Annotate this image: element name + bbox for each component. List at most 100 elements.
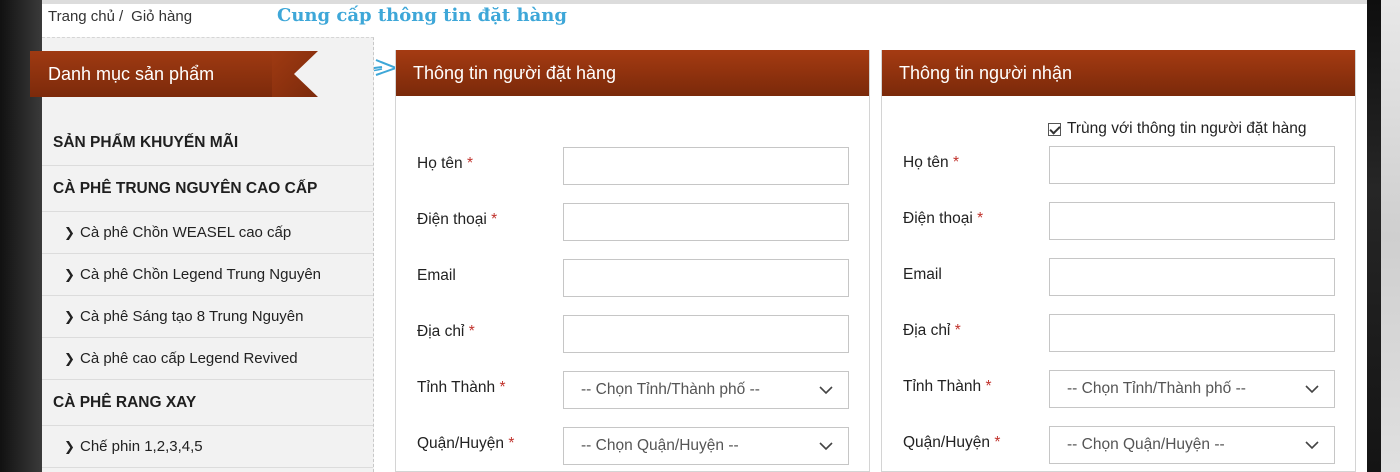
required-marker: * — [954, 322, 961, 339]
orderer-district-label: Quận/Huyện * — [417, 435, 514, 453]
breadcrumb-home-link[interactable]: Trang chủ — [48, 8, 115, 25]
receiver-address-label: Địa chỉ * — [903, 322, 961, 340]
orderer-email-row: Email — [396, 259, 871, 297]
orderer-district-selected: -- Chọn Quận/Huyện -- — [581, 437, 739, 454]
chevron-down-icon — [1305, 385, 1319, 394]
receiver-phone-row: Điện thoại * — [882, 202, 1357, 240]
orderer-phone-input[interactable] — [563, 203, 849, 241]
chevron-right-icon: ❯ — [64, 224, 75, 240]
category-item-label: SẢN PHẨM KHUYẾN MÃI — [53, 133, 239, 151]
subcategory-item-label: Cà phê cao cấp Legend Revived — [80, 350, 298, 367]
receiver-district-label: Quận/Huyện * — [903, 434, 1000, 452]
category-header: Danh mục sản phẩm — [30, 51, 272, 97]
receiver-province-select[interactable]: -- Chọn Tỉnh/Thành phố -- — [1049, 370, 1335, 408]
page-scrollbar[interactable] — [1381, 0, 1400, 472]
chevron-down-icon — [1305, 441, 1319, 450]
subcategory-item-label: Cà phê Chồn Legend Trung Nguyên — [80, 266, 322, 283]
subcategory-item[interactable]: ❯ Cà phê Chồn Legend Trung Nguyên — [42, 254, 373, 296]
subcategory-item[interactable]: ❯ Cà phê Chồn WEASEL cao cấp — [42, 212, 373, 254]
subcategory-item[interactable]: ❯ Cà phê Sáng tạo 8 Trung Nguyên — [42, 296, 373, 338]
category-item-label: CÀ PHÊ RANG XAY — [53, 393, 197, 411]
required-marker: * — [466, 155, 474, 172]
orderer-province-row: Tỉnh Thành * -- Chọn Tỉnh/Thành phố -- — [396, 371, 871, 409]
receiver-email-input[interactable] — [1049, 258, 1335, 296]
category-list: SẢN PHẨM KHUYẾN MÃI CÀ PHÊ TRUNG NGUYÊN … — [42, 120, 373, 468]
receiver-district-row: Quận/Huyện * -- Chọn Quận/Huyện -- — [882, 426, 1357, 464]
receiver-name-row: Họ tên * — [882, 146, 1357, 184]
receiver-name-input[interactable] — [1049, 146, 1335, 184]
orderer-address-input[interactable] — [563, 315, 849, 353]
required-marker: * — [994, 434, 1001, 451]
category-item[interactable]: CÀ PHÊ TRUNG NGUYÊN CAO CẤP — [42, 166, 373, 212]
receiver-address-input[interactable] — [1049, 314, 1335, 352]
receiver-province-selected: -- Chọn Tỉnh/Thành phố -- — [1067, 380, 1246, 397]
subcategory-item[interactable]: ❯ Chế phin 1,2,3,4,5 — [42, 426, 373, 468]
background-photo-right — [1367, 0, 1400, 472]
annotation-title: Cung cấp thông tin đặt hàng — [277, 5, 567, 26]
receiver-phone-label: Điện thoại * — [903, 210, 983, 228]
orderer-address-label: Địa chỉ * — [417, 323, 475, 341]
subcategory-item-label: Chế phin 1,2,3,4,5 — [80, 438, 203, 455]
orderer-phone-row: Điện thoại * — [396, 203, 871, 241]
receiver-district-selected: -- Chọn Quận/Huyện -- — [1067, 436, 1225, 453]
receiver-panel-header: Thông tin người nhận — [882, 50, 1355, 96]
orderer-info-panel: Thông tin người đặt hàng Họ tên * Điện t… — [395, 50, 870, 472]
required-marker: * — [985, 378, 992, 395]
label-text: Quận/Huyện — [903, 434, 991, 451]
required-marker: * — [499, 379, 506, 396]
breadcrumb: Trang chủ / Giỏ hàng — [48, 8, 192, 25]
orderer-email-label: Email — [417, 267, 456, 285]
breadcrumb-current: Giỏ hàng — [131, 8, 193, 25]
chevron-right-icon: ❯ — [64, 350, 75, 366]
orderer-panel-title: Thông tin người đặt hàng — [413, 63, 616, 83]
label-text: Địa chỉ — [417, 323, 465, 340]
subcategory-item-label: Cà phê Sáng tạo 8 Trung Nguyên — [80, 308, 304, 325]
chevron-right-icon: ❯ — [64, 266, 75, 282]
page-content: Trang chủ / Giỏ hàng Cung cấp thông tin đặ… — [30, 0, 1367, 472]
receiver-info-panel: Thông tin người nhận Trùng với thông tin… — [881, 50, 1356, 472]
category-header-title: Danh mục sản phẩm — [48, 64, 215, 84]
label-text: Quận/Huyện — [417, 435, 505, 452]
orderer-province-selected: -- Chọn Tỉnh/Thành phố -- — [581, 381, 760, 398]
label-text: Họ tên — [417, 155, 463, 172]
required-marker: * — [491, 211, 498, 228]
receiver-name-label: Họ tên * — [903, 154, 959, 172]
receiver-email-row: Email — [882, 258, 1357, 296]
label-text: Địa chỉ — [903, 322, 951, 339]
receiver-phone-input[interactable] — [1049, 202, 1335, 240]
orderer-panel-header: Thông tin người đặt hàng — [396, 50, 869, 96]
label-text: Điện thoại — [903, 210, 973, 227]
chevron-right-icon: ❯ — [64, 308, 75, 324]
category-sidebar: Danh mục sản phẩm SẢN PHẨM KHUYẾN MÃI CÀ… — [30, 37, 374, 472]
breadcrumb-separator: / — [118, 8, 124, 25]
label-text: Email — [417, 267, 456, 284]
same-as-orderer-checkbox[interactable]: Trùng với thông tin người đặt hàng — [1048, 120, 1307, 138]
chevron-right-icon: ❯ — [64, 438, 75, 454]
label-text: Họ tên — [903, 154, 949, 171]
receiver-district-select[interactable]: -- Chọn Quận/Huyện -- — [1049, 426, 1335, 464]
chevron-down-icon — [819, 386, 833, 395]
orderer-name-input[interactable] — [563, 147, 849, 185]
receiver-panel-title: Thông tin người nhận — [899, 63, 1072, 83]
category-item-label: CÀ PHÊ TRUNG NGUYÊN CAO CẤP — [53, 179, 318, 197]
orderer-district-row: Quận/Huyện * -- Chọn Quận/Huyện -- — [396, 427, 871, 465]
orderer-district-select[interactable]: -- Chọn Quận/Huyện -- — [563, 427, 849, 465]
required-marker: * — [508, 435, 515, 452]
orderer-province-select[interactable]: -- Chọn Tỉnh/Thành phố -- — [563, 371, 849, 409]
same-as-orderer-label: Trùng với thông tin người đặt hàng — [1067, 120, 1307, 137]
checkbox-checked-icon[interactable] — [1048, 122, 1061, 136]
top-divider — [42, 0, 1367, 4]
category-item[interactable]: CÀ PHÊ RANG XAY — [42, 380, 373, 426]
label-text: Tỉnh Thành — [417, 379, 496, 396]
orderer-address-row: Địa chỉ * — [396, 315, 871, 353]
orderer-email-input[interactable] — [563, 259, 849, 297]
receiver-province-label: Tỉnh Thành * — [903, 378, 992, 396]
subcategory-item[interactable]: ❯ Cà phê cao cấp Legend Revived — [42, 338, 373, 380]
category-header-ribbon-tail — [272, 51, 318, 97]
label-text: Email — [903, 266, 942, 283]
required-marker: * — [952, 154, 960, 171]
receiver-province-row: Tỉnh Thành * -- Chọn Tỉnh/Thành phố -- — [882, 370, 1357, 408]
category-item[interactable]: SẢN PHẨM KHUYẾN MÃI — [42, 120, 373, 166]
receiver-address-row: Địa chỉ * — [882, 314, 1357, 352]
receiver-email-label: Email — [903, 266, 942, 284]
